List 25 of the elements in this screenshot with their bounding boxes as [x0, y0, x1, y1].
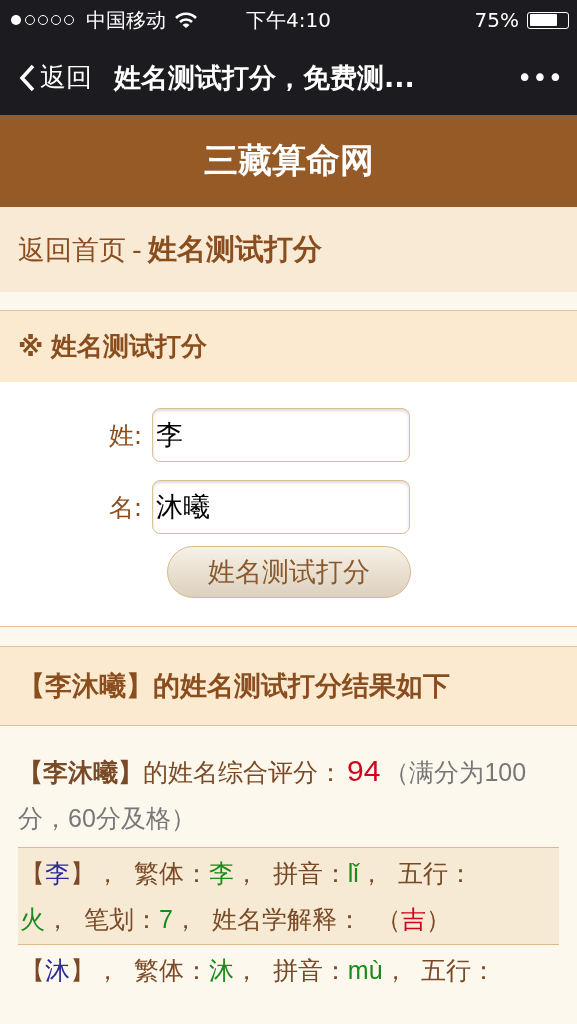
section-title: 姓名测试打分 [51, 330, 208, 363]
back-button[interactable]: 返回 [18, 60, 92, 95]
character-info-line: 【李】， 繁体：李， 拼音：lǐ， 五行： [20, 858, 474, 889]
field-label: 姓: [108, 419, 143, 452]
clock-time: 下午4:10 [246, 6, 331, 34]
battery-percent: 75% [474, 8, 519, 32]
reference-mark: ※ [18, 331, 44, 362]
input-field[interactable]: 沐曦 [152, 480, 411, 534]
battery-icon [527, 11, 569, 29]
submit-button[interactable]: 姓名测试打分 [166, 546, 411, 598]
chevron-left-icon [18, 62, 36, 93]
site-title: 三藏算命网 [203, 139, 374, 182]
page-title: 姓名测试打分，免费测... [114, 60, 416, 95]
input-field[interactable]: 李 [152, 408, 411, 462]
more-button[interactable]: ••• [517, 62, 563, 93]
character-info-line: 火， 笔划：7， 姓名学解释： （吉） [20, 904, 452, 935]
breadcrumb-current: 姓名测试打分 [147, 230, 322, 268]
carrier-name: 中国移动 [86, 6, 166, 34]
wifi-icon [174, 11, 198, 29]
character-info-line: 【沐】， 繁体：沐， 拼音：mù， 五行： [20, 955, 498, 986]
field-label: 名: [108, 491, 143, 524]
home-link[interactable]: 返回首页 [18, 231, 126, 268]
breadcrumb-separator: - [132, 234, 142, 265]
section-title: 【李沐曦】的姓名测试打分结果如下 [18, 669, 450, 703]
score-text: 【李沐曦】的姓名综合评分：94（满分为100分，60分及格） [18, 753, 528, 834]
